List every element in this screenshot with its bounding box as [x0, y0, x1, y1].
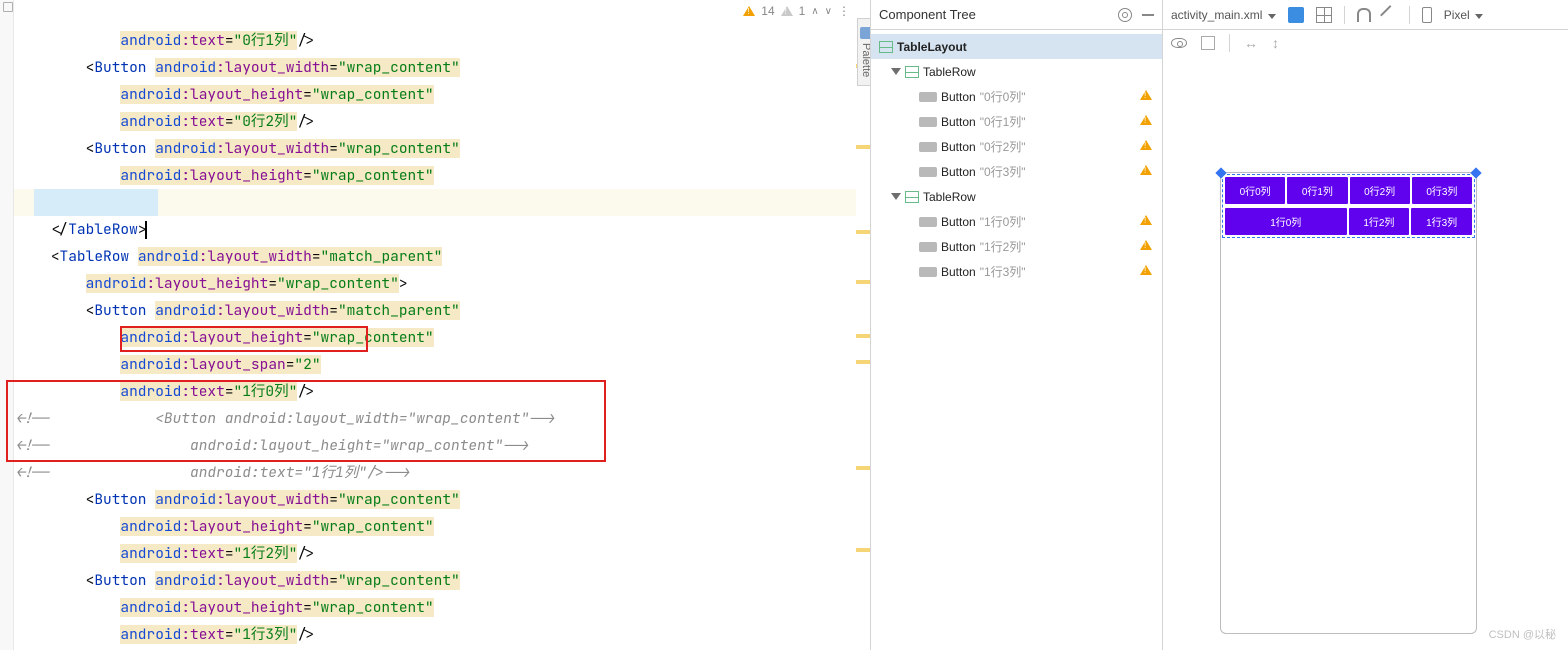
tree-row[interactable]: Button "0行3列" — [871, 159, 1162, 184]
tree-row[interactable]: Button "0行2列" — [871, 134, 1162, 159]
eye-icon[interactable] — [1171, 38, 1187, 48]
preview-button[interactable]: 1行3列 — [1411, 208, 1472, 235]
warning-icon[interactable] — [1140, 265, 1152, 275]
component-tree-title: Component Tree — [879, 7, 976, 22]
button-icon — [919, 217, 937, 227]
inspection-summary[interactable]: 14 1 ∧ ∨ ⋮ — [743, 4, 850, 18]
tree-row[interactable]: TableRow — [871, 184, 1162, 209]
device-frame[interactable]: 0行0列0行1列0行2列0行3列 1行0列1行2列1行3列 — [1220, 172, 1477, 634]
preview-button[interactable]: 0行2列 — [1350, 177, 1410, 204]
palette-tab[interactable]: Palette — [857, 18, 870, 86]
button-icon — [919, 117, 937, 127]
file-dropdown[interactable]: activity_main.xml — [1171, 8, 1276, 22]
weak-warning-count: 1 — [799, 4, 806, 18]
preview-button[interactable]: 0行3列 — [1412, 177, 1472, 204]
minimize-icon[interactable] — [1142, 14, 1154, 16]
device-dropdown[interactable]: Pixel — [1444, 8, 1483, 22]
design-sub-toolbar: ↔ ↕ — [1163, 30, 1568, 56]
layers-icon[interactable] — [1288, 7, 1304, 23]
warning-icon[interactable] — [1140, 165, 1152, 175]
preview-button[interactable]: 0行1列 — [1287, 177, 1347, 204]
watermark: CSDN @以秘 — [1489, 626, 1556, 642]
component-tree-header: Component Tree — [871, 0, 1162, 30]
tree-row[interactable]: Button "1行0列" — [871, 209, 1162, 234]
button-icon — [919, 242, 937, 252]
preview-button[interactable]: 1行2列 — [1349, 208, 1410, 235]
layout-icon — [879, 41, 893, 53]
warning-count: 14 — [761, 4, 774, 18]
chevron-down-icon[interactable] — [891, 192, 901, 202]
component-tree-body[interactable]: TableLayout TableRowButton "0行0列"Button … — [871, 30, 1162, 288]
button-icon — [919, 267, 937, 277]
component-tree-panel: Component Tree TableLayout TableRowButto… — [870, 0, 1163, 650]
button-icon — [919, 142, 937, 152]
marker-bar[interactable] — [856, 0, 870, 650]
down-icon[interactable]: ∨ — [825, 6, 832, 17]
warning-icon[interactable] — [1140, 140, 1152, 150]
design-preview-panel: activity_main.xml Pixel ↔ ↕ 0行0列0行1列0行2列… — [1163, 0, 1568, 650]
tree-root[interactable]: TableLayout — [871, 34, 1162, 59]
preview-button[interactable]: 0行0列 — [1225, 177, 1285, 204]
up-icon[interactable]: ∧ — [811, 6, 818, 17]
layout-icon — [905, 66, 919, 78]
warning-icon[interactable] — [1140, 115, 1152, 125]
magnet-icon[interactable] — [1357, 8, 1371, 22]
tree-row[interactable]: Button "1行3列" — [871, 259, 1162, 284]
weak-warning-icon — [781, 6, 793, 16]
gear-icon[interactable] — [1118, 8, 1132, 22]
more-icon[interactable]: ⋮ — [838, 4, 850, 18]
button-icon — [919, 167, 937, 177]
tree-row[interactable]: TableRow — [871, 59, 1162, 84]
editor-gutter — [0, 0, 14, 650]
hresize-icon[interactable]: ↔ — [1244, 35, 1258, 51]
phone-icon — [1422, 7, 1432, 23]
grid-icon[interactable] — [1316, 7, 1332, 23]
tree-row[interactable]: Button "0行1列" — [871, 109, 1162, 134]
tree-row[interactable]: Button "1行2列" — [871, 234, 1162, 259]
surfaces-icon[interactable] — [1201, 36, 1215, 50]
warning-icon[interactable] — [1140, 90, 1152, 100]
warning-icon — [743, 6, 755, 16]
caret — [145, 221, 147, 239]
code-area[interactable]: android:text="0行1列"/> <Button android:la… — [0, 0, 870, 650]
chevron-down-icon[interactable] — [891, 67, 901, 77]
button-icon — [919, 92, 937, 102]
wand-icon[interactable] — [1380, 5, 1400, 25]
design-toolbar: activity_main.xml Pixel — [1163, 0, 1568, 30]
vresize-icon[interactable]: ↕ — [1272, 35, 1279, 51]
warning-icon[interactable] — [1140, 240, 1152, 250]
layout-icon — [905, 191, 919, 203]
preview-button[interactable]: 1行0列 — [1225, 208, 1347, 235]
code-editor[interactable]: 14 1 ∧ ∨ ⋮ android:text="0行1列"/> <Button… — [0, 0, 870, 650]
warning-icon[interactable] — [1140, 215, 1152, 225]
tree-row[interactable]: Button "0行0列" — [871, 84, 1162, 109]
